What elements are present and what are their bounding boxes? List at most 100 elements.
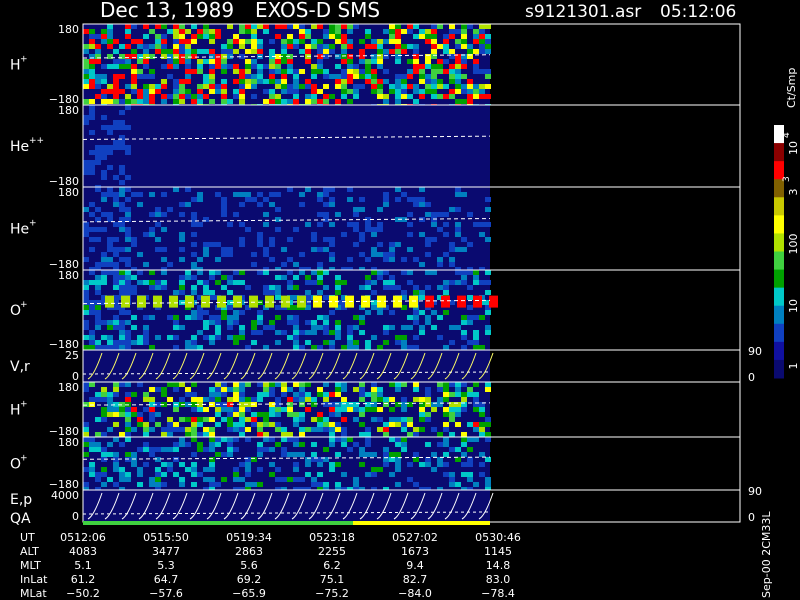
spectrogram-cell [263, 345, 269, 350]
spectrogram-cell [239, 325, 245, 330]
spectrogram-cell [155, 477, 161, 482]
spectrogram-cell [365, 452, 371, 457]
spectrogram-cell [137, 74, 143, 79]
panel-vr: 250V,r900 [10, 345, 762, 384]
spectrogram-cell [191, 54, 197, 59]
spectrogram-cell [89, 99, 95, 104]
spectrogram-cell [377, 467, 383, 472]
spectrogram-cell [293, 382, 299, 387]
y-tick-bottom: 0 [72, 510, 79, 523]
spectrogram-cell [407, 247, 413, 252]
spectrogram-cell [401, 427, 407, 432]
spectrogram-cell [305, 392, 311, 397]
spectrogram-cell [401, 79, 407, 84]
spectrogram-cell [113, 340, 119, 345]
spectrogram-cell [383, 192, 389, 197]
spectrogram-cell [221, 382, 227, 387]
panel-ion-label: He [10, 222, 29, 238]
spectrogram-cell [185, 467, 191, 472]
spectrogram-cell [101, 29, 107, 34]
spectrogram-cell [209, 99, 215, 104]
spectrogram-cell [347, 335, 353, 340]
spectrogram-cell [113, 175, 119, 180]
spectrogram-cell [131, 462, 137, 467]
spectrogram-cell [209, 432, 215, 437]
spectrogram-cell [413, 99, 419, 104]
spectrogram-cell [89, 447, 95, 452]
spectrogram-cell [359, 84, 365, 89]
spectrogram-cell [419, 74, 425, 79]
spectrogram-cell [143, 335, 149, 340]
spectrogram-cell [461, 74, 467, 79]
spectrogram-cell [143, 54, 149, 59]
spectrogram-cell [251, 397, 257, 402]
spectrogram-cell [245, 462, 251, 467]
spectrogram-cell [413, 452, 419, 457]
spectrogram-cell [275, 442, 281, 447]
spectrogram-cell [323, 427, 329, 432]
spectrogram-cell [101, 115, 107, 120]
spectrogram-cell [119, 340, 125, 345]
spectrogram-cell [233, 340, 239, 345]
spectrogram-cell [131, 99, 137, 104]
spectrogram-cell [83, 29, 89, 34]
spectrogram-cell [437, 262, 443, 267]
spectrogram-cell [119, 140, 125, 145]
spectrogram-cell [179, 285, 185, 290]
spectrogram-cell [89, 462, 95, 467]
spectrogram-cell [161, 54, 167, 59]
colorbar-swatch [774, 233, 784, 252]
spectrogram-cell [341, 79, 347, 84]
spectrogram-cell [101, 155, 107, 160]
panel-label: E,p [10, 492, 32, 508]
spectrogram-cell [299, 387, 305, 392]
spectrogram-cell [269, 437, 275, 442]
spectrogram-cell [107, 325, 113, 330]
spectrogram-cell [395, 74, 401, 79]
spectrogram-cell [149, 69, 155, 74]
spectrogram-cell [125, 257, 131, 262]
spectrogram-cell [161, 39, 167, 44]
spectrogram-cell [335, 74, 341, 79]
spectrogram-cell [425, 387, 431, 392]
spectrogram-cell [341, 44, 347, 49]
spectrogram-cell [455, 74, 461, 79]
spectrogram-cell [233, 34, 239, 39]
spectrogram-cell [329, 257, 335, 262]
spectrogram-cell [299, 270, 305, 275]
spectrogram-cell [233, 382, 239, 387]
spectrogram-cell [119, 222, 125, 227]
spectrogram-cell [455, 232, 461, 237]
spectrogram-cell [119, 165, 125, 170]
spectrogram-cell [305, 29, 311, 34]
spectrogram-cell [329, 422, 335, 427]
spectrogram-cell [389, 29, 395, 34]
spectrogram-cell [305, 290, 311, 295]
spectrogram-cell [329, 392, 335, 397]
spectrogram-cell [155, 472, 161, 477]
spectrogram-cell [107, 452, 113, 457]
spectrogram-cell [293, 44, 299, 49]
spectrogram-cell [455, 387, 461, 392]
spectrogram-cell [245, 192, 251, 197]
spectrogram-cell [167, 462, 173, 467]
spectrogram-cell [263, 437, 269, 442]
spectrogram-cell [365, 69, 371, 74]
spectrogram-cell [191, 452, 197, 457]
spectrogram-cell [239, 270, 245, 275]
spectrogram-cell [341, 84, 347, 89]
spectrogram-cell [173, 472, 179, 477]
spectrogram-cell [443, 462, 449, 467]
spectrogram-cell [383, 402, 389, 407]
spectrogram-cell [95, 300, 101, 305]
spectrogram-cell [329, 197, 335, 202]
spectrogram-cell [203, 310, 209, 315]
spectrogram-cell [275, 295, 281, 300]
spectrogram-cell [251, 64, 257, 69]
spectrogram-cell [431, 467, 437, 472]
spectrogram-cell [179, 94, 185, 99]
spectrogram-cell [389, 84, 395, 89]
timeline-value: 0515:50 [143, 531, 189, 544]
spectrogram-cell [431, 44, 437, 49]
spectrogram-cell [335, 280, 341, 285]
